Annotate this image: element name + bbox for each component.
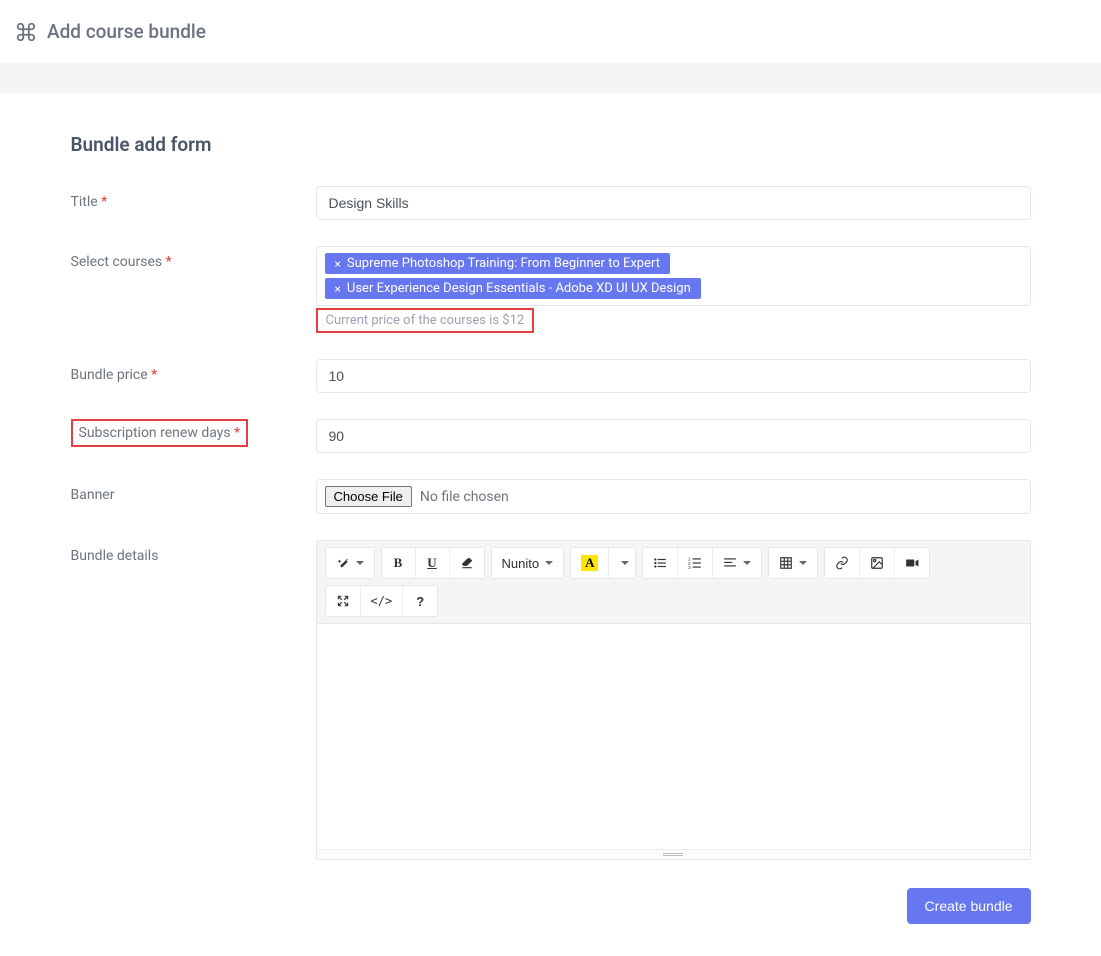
row-select-courses: Select courses * × Supreme Photoshop Tra… [71,246,1031,333]
font-family-dropdown[interactable]: Nunito [492,548,564,578]
file-status-text: No file chosen [420,489,509,505]
magic-wand-button[interactable] [326,548,374,578]
course-tag-label: Supreme Photoshop Training: From Beginne… [347,256,660,271]
form-heading: Bundle add form [71,133,1031,156]
required-star: * [234,425,240,441]
file-input-wrap: Choose File No file chosen [316,479,1031,514]
font-color-dropdown[interactable] [609,548,635,578]
editor-content-area[interactable] [317,624,1030,849]
link-button[interactable] [825,548,860,578]
label-renew-days-text: Subscription renew days [79,425,231,441]
paragraph-align-dropdown[interactable] [713,548,761,578]
editor-resize-handle[interactable] [317,849,1030,859]
course-tag: × Supreme Photoshop Training: From Begin… [325,253,670,274]
label-bundle-price: Bundle price * [71,359,316,383]
underline-button[interactable]: U [416,548,450,578]
help-button[interactable]: ? [403,586,437,616]
eraser-button[interactable] [450,548,484,578]
row-renew-days: Subscription renew days * [71,419,1031,453]
label-title-text: Title [71,194,98,210]
row-banner: Banner Choose File No file chosen [71,479,1031,514]
ordered-list-button[interactable]: 123 [678,548,713,578]
create-bundle-button[interactable]: Create bundle [907,888,1031,924]
required-star: * [166,254,172,270]
bold-button[interactable]: B [382,548,416,578]
divider [0,63,1101,93]
price-hint: Current price of the courses is $12 [316,308,535,333]
row-bundle-price: Bundle price * [71,359,1031,393]
page-title: Add course bundle [47,20,206,43]
course-tag-label: User Experience Design Essentials - Adob… [347,281,691,296]
label-select-courses: Select courses * [71,246,316,270]
row-bundle-details: Bundle details B U [71,540,1031,860]
font-name-label: Nunito [502,556,540,571]
remove-tag-icon[interactable]: × [335,257,341,271]
font-color-button[interactable]: A [571,548,609,578]
svg-text:3: 3 [688,565,691,570]
row-title: Title * [71,186,1031,220]
label-banner: Banner [71,479,316,503]
label-title: Title * [71,186,316,210]
label-renew-days: Subscription renew days * [71,419,316,447]
editor-toolbar: B U Nunito A [317,541,1030,624]
label-bundle-details: Bundle details [71,540,316,564]
label-select-courses-text: Select courses [71,254,163,270]
fullscreen-button[interactable] [326,586,361,616]
form-actions: Create bundle [71,888,1031,924]
image-button[interactable] [860,548,895,578]
title-input[interactable] [316,186,1031,220]
label-bundle-price-text: Bundle price [71,367,148,383]
bundle-price-input[interactable] [316,359,1031,393]
form-container: Bundle add form Title * Select courses *… [71,93,1031,944]
command-icon [15,21,37,43]
courses-multiselect[interactable]: × Supreme Photoshop Training: From Begin… [316,246,1031,306]
unordered-list-button[interactable] [643,548,678,578]
video-button[interactable] [895,548,929,578]
page-header: Add course bundle [0,0,1101,63]
table-dropdown[interactable] [769,548,817,578]
rich-text-editor: B U Nunito A [316,540,1031,860]
required-star: * [151,367,157,383]
remove-tag-icon[interactable]: × [335,282,341,296]
choose-file-button[interactable]: Choose File [325,486,412,507]
code-view-button[interactable]: </> [361,586,404,616]
course-tag: × User Experience Design Essentials - Ad… [325,278,701,299]
required-star: * [101,194,107,210]
renew-days-input[interactable] [316,419,1031,453]
